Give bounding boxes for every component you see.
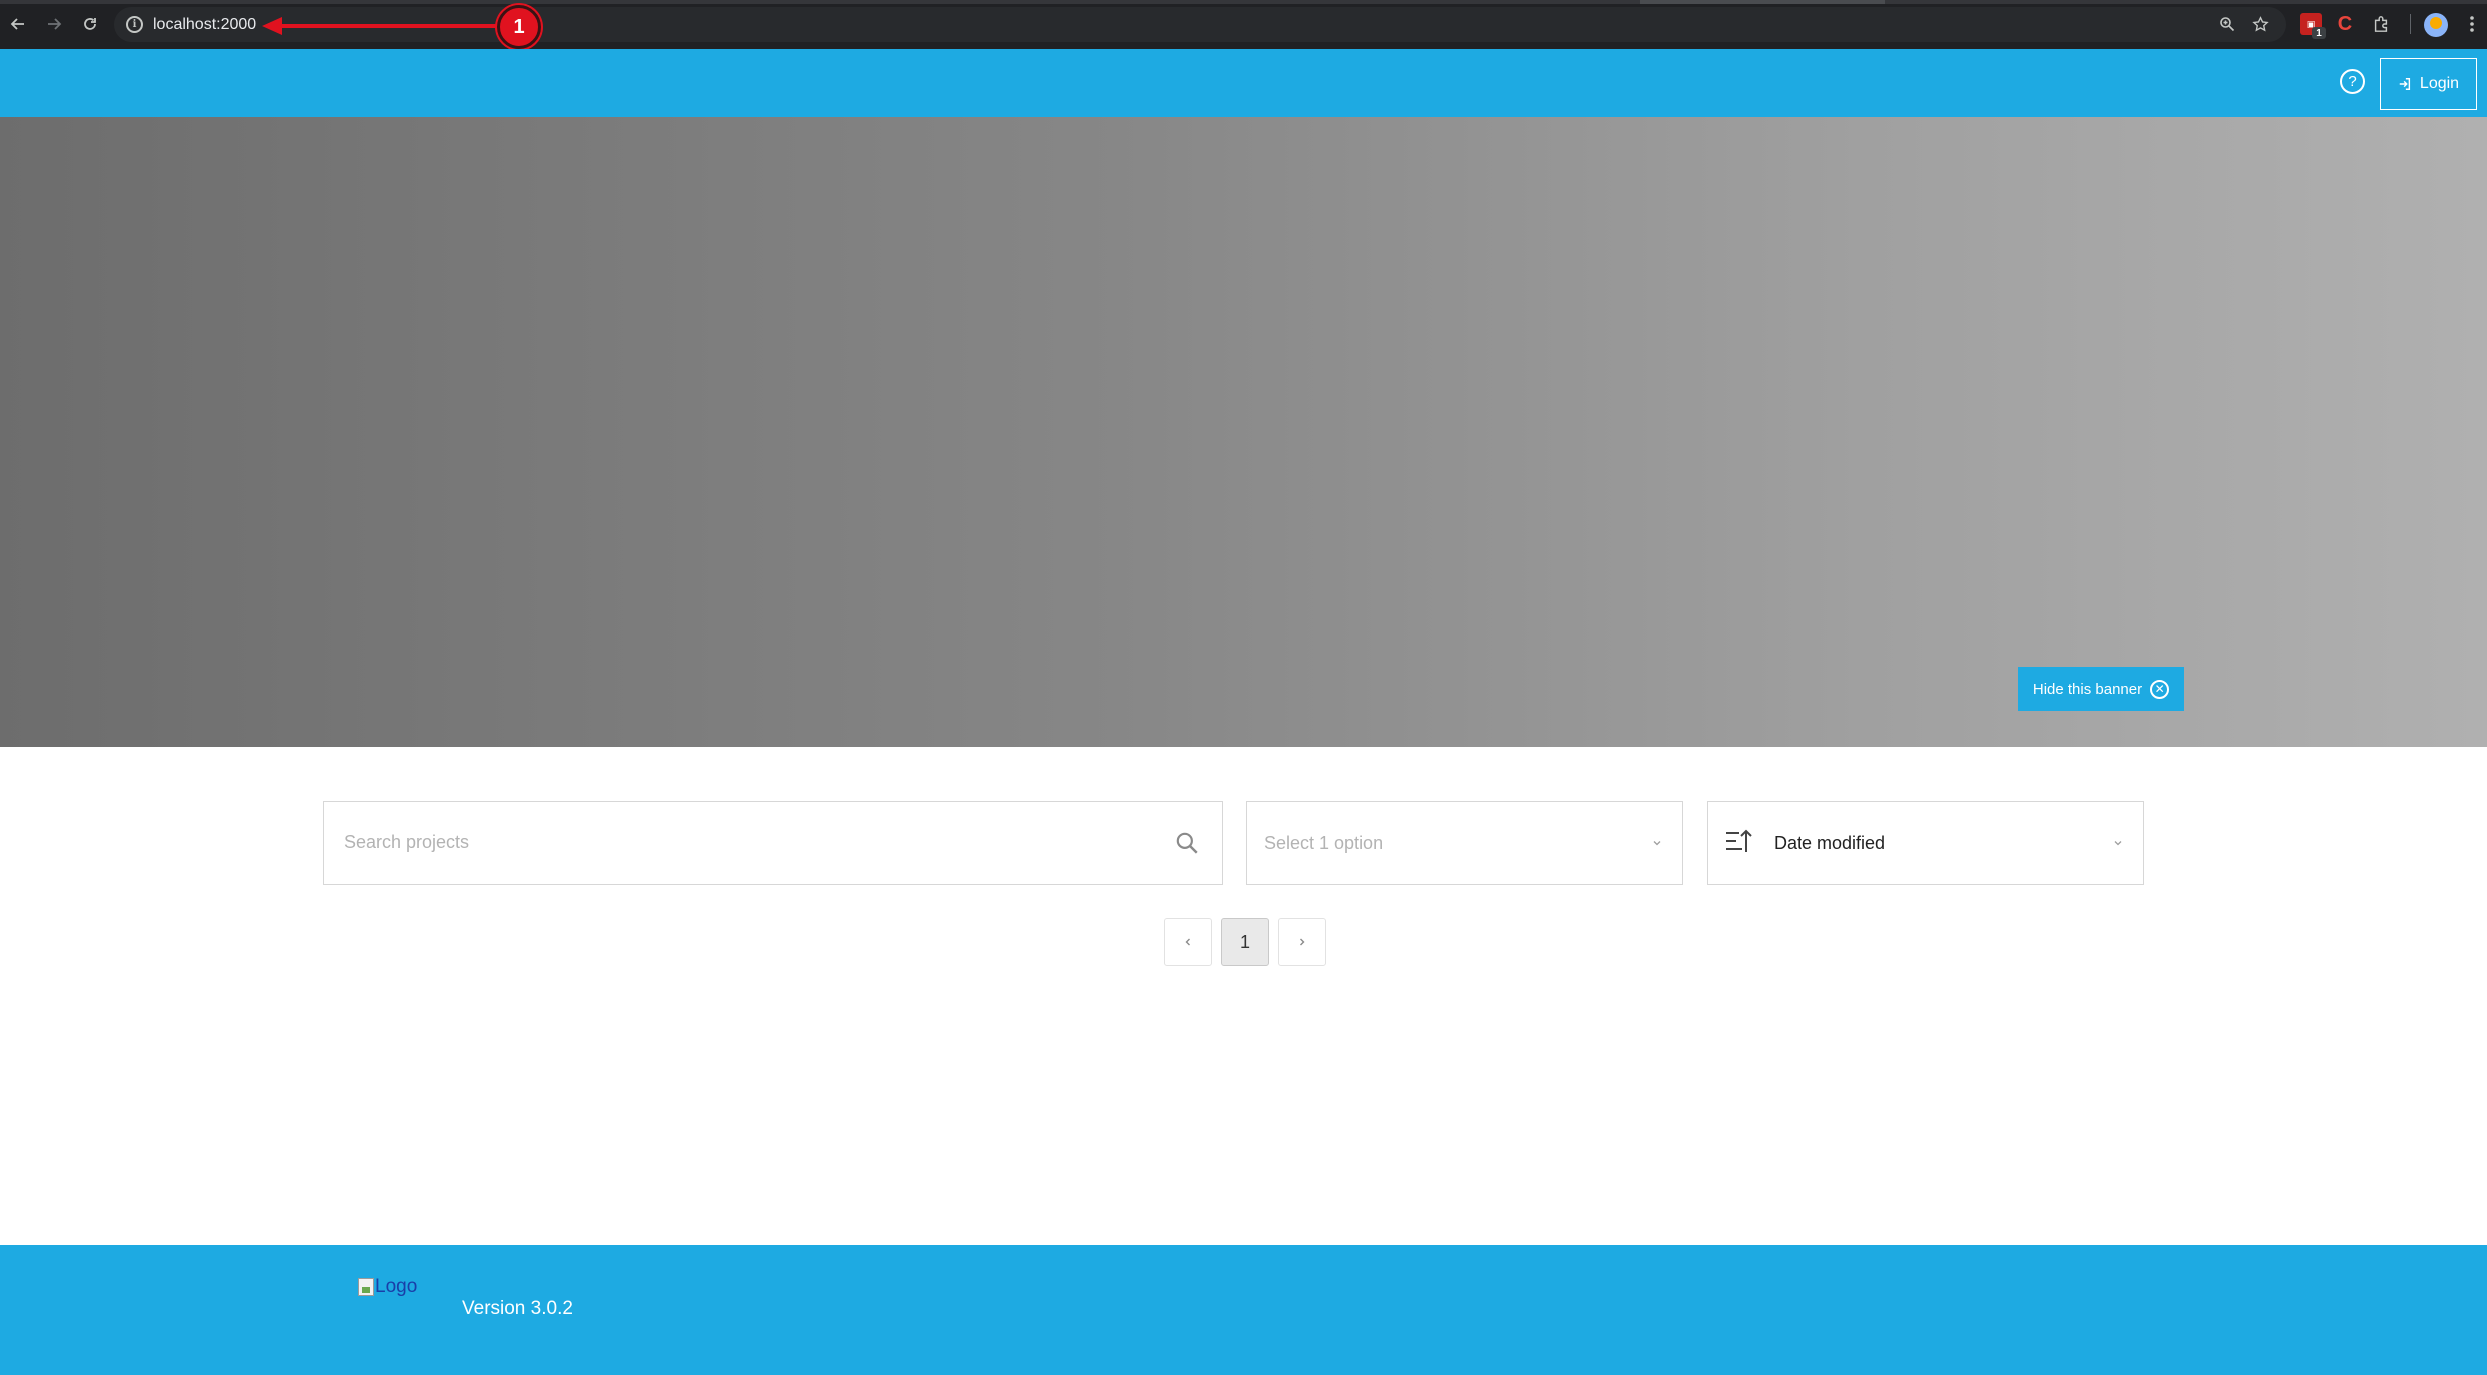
profile-avatar[interactable]	[2424, 13, 2448, 37]
address-url: localhost:2000	[153, 16, 257, 33]
login-button[interactable]: Login	[2380, 58, 2477, 110]
login-label: Login	[2419, 75, 2460, 92]
help-question-icon: ?	[2348, 73, 2357, 90]
hero-banner	[0, 117, 2487, 747]
sort-ascending-icon	[1726, 829, 1752, 852]
extension-c-icon[interactable]: C	[2334, 13, 2356, 35]
broken-image-icon	[358, 1278, 374, 1296]
extensions-puzzle-icon[interactable]	[2370, 13, 2392, 35]
search-field[interactable]	[323, 801, 1223, 885]
site-info-icon[interactable]: i	[126, 16, 143, 33]
toolbar-divider	[2410, 14, 2411, 34]
hide-banner-button[interactable]: Hide this banner ✕	[2018, 667, 2184, 711]
page-button-current[interactable]: 1	[1221, 918, 1269, 966]
chevron-right-icon	[1300, 938, 1305, 946]
back-icon[interactable]	[6, 12, 30, 36]
chevron-down-icon	[1653, 841, 1661, 846]
login-icon	[2399, 78, 2410, 90]
zoom-icon[interactable]	[2215, 12, 2239, 36]
chevron-left-icon	[1185, 938, 1190, 946]
search-icon[interactable]	[1174, 830, 1200, 856]
bookmark-star-icon[interactable]	[2248, 12, 2272, 36]
close-circle-icon: ✕	[2150, 679, 2170, 699]
footer	[0, 1245, 2487, 1375]
forward-icon[interactable]	[42, 12, 66, 36]
annotation-marker: 1	[497, 5, 541, 49]
category-select[interactable]: Select 1 option	[1246, 801, 1683, 885]
app-header	[0, 49, 2487, 117]
annotation-arrowhead	[262, 17, 282, 35]
tab-strip	[0, 0, 2487, 4]
hide-banner-label: Hide this banner	[2032, 680, 2143, 698]
tab-strip-indicator	[1640, 0, 1885, 4]
reload-icon[interactable]	[78, 12, 102, 36]
previous-page-button[interactable]	[1164, 918, 1212, 966]
version-text: Version 3.0.2	[462, 1298, 573, 1319]
sort-select-value: Date modified	[1774, 833, 1886, 853]
extension-c-letter: C	[2337, 12, 2353, 35]
sort-select[interactable]: Date modified	[1707, 801, 2144, 885]
browser-menu-icon[interactable]	[2460, 12, 2484, 36]
extension-icon[interactable]: ▣ 1	[2300, 13, 2326, 39]
category-select-placeholder: Select 1 option	[1264, 833, 1384, 853]
annotation-arrow-line	[272, 24, 500, 28]
page-number: 1	[1239, 931, 1250, 952]
footer-logo-link[interactable]: Logo	[358, 1276, 417, 1298]
help-button[interactable]: ?	[2340, 69, 2365, 94]
search-input[interactable]	[344, 802, 1144, 882]
next-page-button[interactable]	[1278, 918, 1326, 966]
chevron-down-icon	[2114, 841, 2122, 846]
footer-logo-alt: Logo	[375, 1276, 418, 1297]
extension-badge: 1	[2312, 27, 2326, 39]
